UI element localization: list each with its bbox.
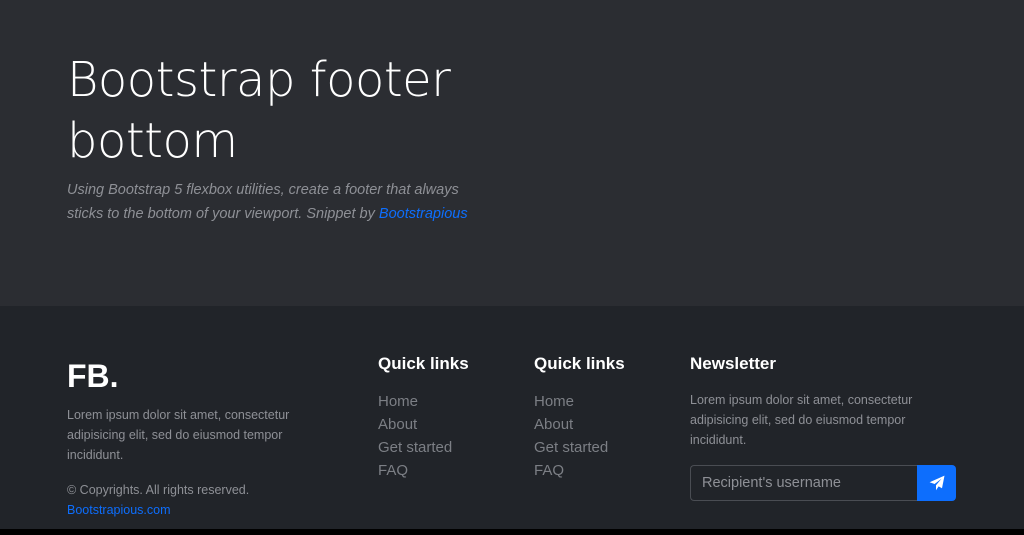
newsletter-submit-button[interactable] [917, 465, 956, 501]
hero-lead: Using Bootstrap 5 flexbox utilities, cre… [67, 178, 497, 226]
footer-brand: FB. [67, 358, 119, 394]
footer-link-get-started[interactable]: Get started [378, 436, 452, 459]
hero-section: Bootstrap footer bottom Using Bootstrap … [0, 0, 1024, 306]
bootstrapious-link[interactable]: Bootstrapious [379, 206, 468, 222]
copyright-text: © Copyrights. All rights reserved. [67, 483, 250, 497]
footer-link-about[interactable]: About [534, 413, 608, 436]
copyright: © Copyrights. All rights reserved. Bootst… [67, 480, 317, 520]
footer-link-get-started[interactable]: Get started [534, 436, 608, 459]
copyright-link[interactable]: Bootstrapious.com [67, 503, 171, 517]
footer-link-home[interactable]: Home [378, 390, 452, 413]
quick-links-title-2: Quick links [534, 354, 625, 373]
quick-links-list-1: Home About Get started FAQ [378, 390, 452, 482]
quick-links-list-2: Home About Get started FAQ [534, 390, 608, 482]
footer-link-about[interactable]: About [378, 413, 452, 436]
paper-plane-icon [929, 475, 944, 491]
bottom-strip [0, 529, 1024, 535]
newsletter-title: Newsletter [690, 354, 776, 373]
footer-about-text: Lorem ipsum dolor sit amet, consectetur … [67, 408, 290, 462]
page-title: Bootstrap footer bottom [67, 52, 451, 169]
newsletter-form [690, 465, 956, 501]
footer-link-faq[interactable]: FAQ [378, 459, 452, 482]
newsletter-email-input[interactable] [690, 465, 917, 501]
newsletter-text: Lorem ipsum dolor sit amet, consectetur … [690, 393, 913, 447]
footer-link-faq[interactable]: FAQ [534, 459, 608, 482]
quick-links-title-1: Quick links [378, 354, 469, 373]
footer-link-home[interactable]: Home [534, 390, 608, 413]
